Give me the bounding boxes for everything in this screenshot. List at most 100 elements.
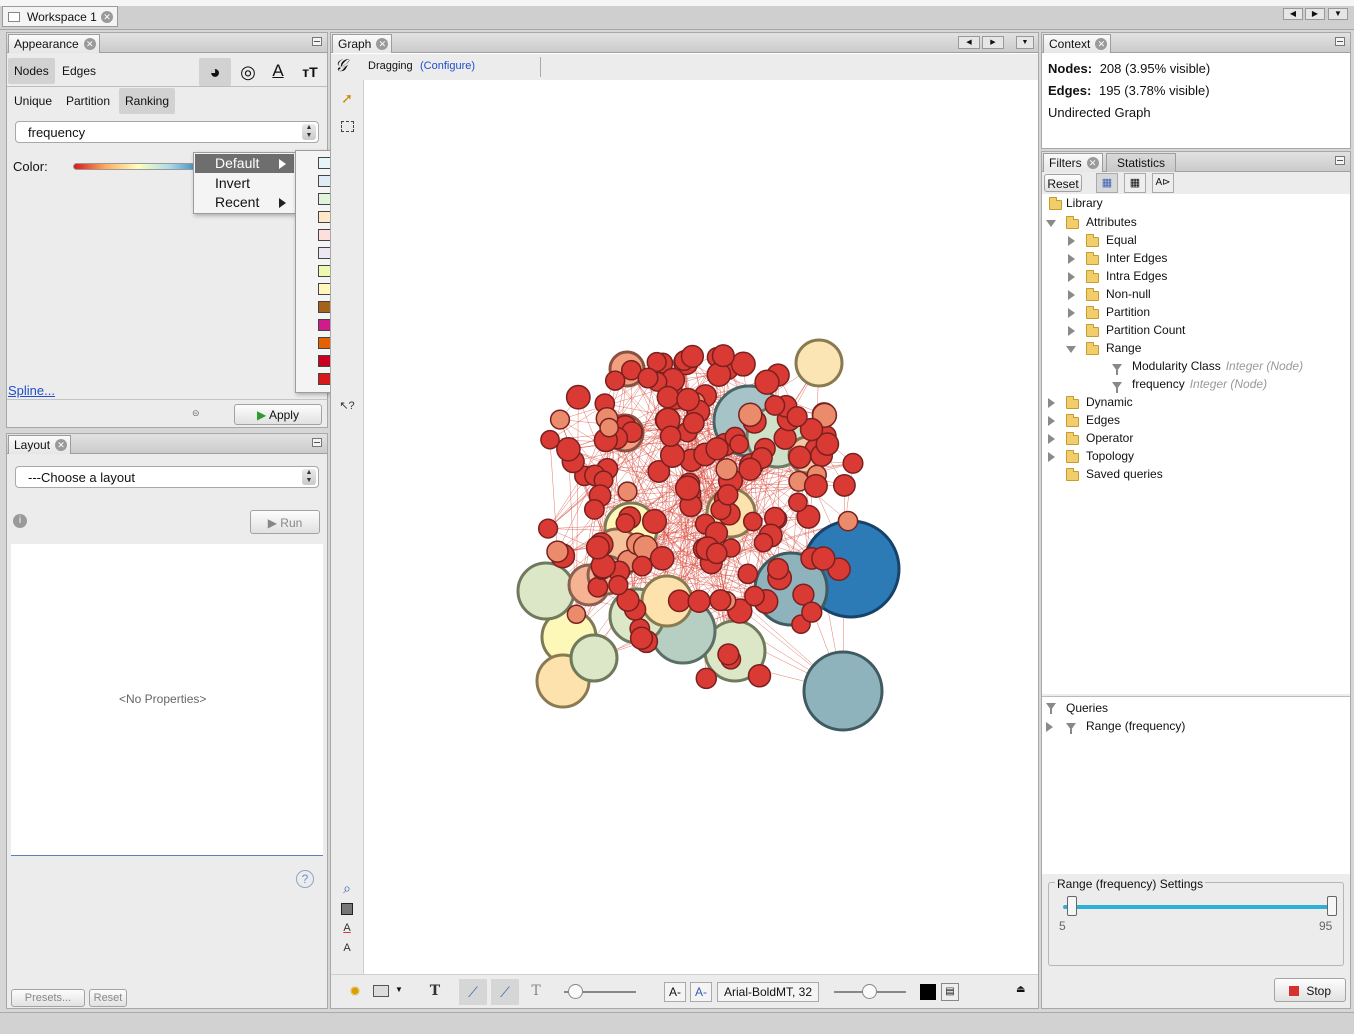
edge-toggle-icon[interactable]: ⟋ bbox=[459, 979, 487, 1005]
expand-arrow-icon[interactable] bbox=[1068, 308, 1075, 318]
expand-arrow-icon[interactable] bbox=[1068, 326, 1075, 336]
expand-arrow-icon[interactable] bbox=[1048, 398, 1055, 408]
layout-reset-button[interactable]: Reset bbox=[89, 989, 127, 1007]
tree-item[interactable]: Intra Edges bbox=[1042, 268, 1350, 286]
run-button[interactable]: ▶ Run bbox=[250, 510, 320, 534]
tree-item[interactable]: Modularity Class Integer (Node) bbox=[1042, 358, 1350, 376]
tree-item[interactable]: Range bbox=[1042, 340, 1350, 358]
stop-button[interactable]: Stop bbox=[1274, 978, 1346, 1002]
apply-button[interactable]: ▶ Apply bbox=[234, 404, 322, 425]
help-icon[interactable]: ? bbox=[296, 870, 314, 888]
label-size-slider[interactable] bbox=[834, 984, 906, 999]
minimize-icon[interactable] bbox=[312, 438, 322, 447]
font-size-down-icon[interactable]: A- bbox=[664, 982, 686, 1002]
tree-item[interactable]: Inter Edges bbox=[1042, 250, 1350, 268]
expand-arrow-icon[interactable] bbox=[1068, 272, 1075, 282]
layout-tab[interactable]: Layout ✕ bbox=[8, 435, 72, 454]
zoom-fit-icon[interactable]: ⌕ bbox=[337, 878, 357, 898]
tree-item[interactable]: Operator bbox=[1042, 430, 1350, 448]
collapse-arrow-icon[interactable] bbox=[1046, 220, 1056, 227]
menu-item-invert[interactable]: Invert bbox=[195, 174, 294, 193]
tree-item[interactable]: Partition Count bbox=[1042, 322, 1350, 340]
graph-canvas[interactable] bbox=[365, 80, 1038, 974]
tree-item[interactable]: frequency Integer (Node) bbox=[1042, 376, 1350, 394]
nav-down-icon[interactable]: ▼ bbox=[1328, 8, 1348, 20]
range-slider-track[interactable] bbox=[1063, 905, 1331, 909]
background-color-icon[interactable] bbox=[341, 903, 353, 915]
label-color-swatch[interactable] bbox=[920, 984, 936, 1000]
select-pointer-icon[interactable]: ➚ bbox=[337, 88, 357, 108]
label-color-icon[interactable]: A bbox=[337, 918, 357, 938]
screenshot-icon[interactable] bbox=[373, 985, 389, 997]
import-icon[interactable]: ▦ bbox=[1124, 173, 1146, 193]
tab-edges[interactable]: Edges bbox=[56, 58, 102, 84]
presets-button[interactable]: Presets... bbox=[11, 989, 85, 1007]
filters-reset-button[interactable]: Reset bbox=[1044, 174, 1082, 192]
color-gradient-bar[interactable] bbox=[73, 163, 203, 170]
label-size-icon[interactable]: тT bbox=[297, 58, 323, 86]
tree-item[interactable]: Edges bbox=[1042, 412, 1350, 430]
tab-statistics[interactable]: Statistics bbox=[1106, 153, 1177, 172]
tab-nodes[interactable]: Nodes bbox=[8, 58, 55, 84]
close-icon[interactable]: ✕ bbox=[101, 11, 113, 23]
help-pointer-icon[interactable]: ↖? bbox=[337, 396, 357, 416]
expand-arrow-icon[interactable] bbox=[1068, 236, 1075, 246]
close-icon[interactable]: ✕ bbox=[1095, 38, 1108, 50]
tree-item[interactable]: Equal bbox=[1042, 232, 1350, 250]
expand-arrow-icon[interactable] bbox=[1048, 416, 1055, 426]
expand-toolbar-icon[interactable]: ⏏ bbox=[1016, 984, 1025, 995]
show-labels-icon[interactable]: T bbox=[425, 981, 445, 1001]
edge-color-icon[interactable]: ⟋ bbox=[491, 979, 519, 1005]
minimize-icon[interactable] bbox=[1335, 156, 1345, 165]
context-tab[interactable]: Context ✕ bbox=[1043, 34, 1112, 53]
info-icon[interactable]: i bbox=[13, 514, 27, 528]
configure-link[interactable]: (Configure) bbox=[420, 60, 475, 72]
menu-item-recent[interactable]: Recent bbox=[195, 193, 294, 212]
ranking-attribute-select[interactable]: frequency ▲ ▼ bbox=[15, 121, 319, 143]
expand-arrow-icon[interactable] bbox=[1068, 290, 1075, 300]
range-max-thumb[interactable] bbox=[1327, 896, 1337, 916]
close-icon[interactable]: ✕ bbox=[55, 439, 68, 451]
attributes-icon[interactable]: ▤ bbox=[941, 983, 959, 1001]
graph-menu-icon[interactable]: ▼ bbox=[1016, 36, 1034, 49]
tab-filters[interactable]: Filters ✕ bbox=[1043, 153, 1103, 172]
edge-labels-icon[interactable]: T bbox=[526, 981, 546, 1001]
expand-arrow-icon[interactable] bbox=[1068, 254, 1075, 264]
tab-unique[interactable]: Unique bbox=[8, 88, 58, 114]
close-icon[interactable]: ✕ bbox=[83, 38, 96, 50]
nav-right-icon[interactable]: ▶ bbox=[1305, 8, 1325, 20]
tree-item[interactable]: Dynamic bbox=[1042, 394, 1350, 412]
size-icon[interactable]: ◎ bbox=[235, 58, 261, 86]
close-icon[interactable]: ✕ bbox=[1086, 157, 1099, 169]
nav-left-icon[interactable]: ◀ bbox=[1283, 8, 1303, 20]
tab-partition[interactable]: Partition bbox=[60, 88, 116, 114]
menu-item-default[interactable]: Default bbox=[195, 154, 294, 173]
workspace-tab[interactable]: Workspace 1 ✕ bbox=[2, 6, 118, 27]
collapse-arrow-icon[interactable] bbox=[1066, 346, 1076, 353]
tab-ranking[interactable]: Ranking bbox=[119, 88, 176, 114]
layout-select[interactable]: ---Choose a layout ▲ ▼ bbox=[15, 466, 319, 488]
font-size-up-icon[interactable]: A- bbox=[690, 982, 712, 1002]
expand-arrow-icon[interactable] bbox=[1048, 452, 1055, 462]
tree-item[interactable]: Saved queries bbox=[1042, 466, 1350, 484]
rename-icon[interactable]: A⊳ bbox=[1152, 173, 1174, 193]
graph-tab[interactable]: Graph ✕ bbox=[332, 34, 393, 53]
tree-item[interactable]: Attributes bbox=[1042, 214, 1350, 232]
minimize-icon[interactable] bbox=[312, 37, 322, 46]
tree-item[interactable]: Partition bbox=[1042, 304, 1350, 322]
spline-link[interactable]: Spline... bbox=[8, 383, 55, 398]
slider-thumb[interactable] bbox=[862, 984, 877, 999]
tree-item[interactable]: Non-null bbox=[1042, 286, 1350, 304]
screenshot-dropdown-icon[interactable]: ▼ bbox=[395, 985, 403, 994]
slider-thumb[interactable] bbox=[568, 984, 583, 999]
label-size-icon[interactable]: A bbox=[337, 938, 357, 958]
minimize-icon[interactable] bbox=[1335, 37, 1345, 46]
tree-item[interactable]: Topology bbox=[1042, 448, 1350, 466]
label-color-icon[interactable]: A bbox=[265, 58, 291, 86]
export-icon[interactable]: ▦ bbox=[1096, 173, 1118, 193]
range-min-thumb[interactable] bbox=[1067, 896, 1077, 916]
query-item[interactable]: Range (frequency) bbox=[1086, 719, 1185, 733]
link-icon[interactable]: ⊝ bbox=[192, 408, 200, 419]
rect-select-icon[interactable] bbox=[341, 121, 354, 132]
lightbulb-icon[interactable]: ✹ bbox=[345, 981, 365, 1001]
